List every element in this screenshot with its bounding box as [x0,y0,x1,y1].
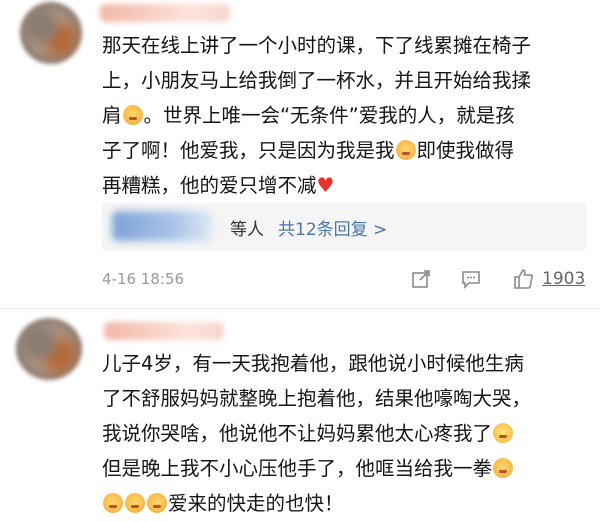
comment-text-fragment: 我说你哭啥，他说他不让妈妈累他太心疼我了 [102,422,493,445]
comment-line: 上，小朋友马上给我倒了一杯水，并且开始给我揉 [102,69,532,92]
avatar[interactable] [20,2,82,64]
thumbs-up-icon[interactable] [512,268,534,290]
comment-line: 子了啊！他爱我，只是因为我是我 即使我做得 [102,133,586,168]
comment-line: 儿子4岁，有一天我抱着他，跟他说小时候他生病 [102,352,524,375]
comment-line: 了不舒服妈妈就整晚上抱着他，结果他嚎啕大哭， [102,387,532,410]
share-icon[interactable] [410,268,432,290]
replies-preview[interactable]: 等人 共12条回复 > [102,203,586,251]
comment-line: 爱来的快走的也快！ [102,486,586,521]
comment-text-fragment: 。世界上唯一会“无条件”爱我的人，就是孩 [143,104,515,127]
comment-line: 那天在线上讲了一个小时的课，下了线累摊在椅子 [102,34,532,57]
kissing-face-icon [395,140,416,160]
timestamp: 4-16 18:56 [102,270,185,288]
comment-text-fragment: 但是晚上我不小心压他手了，他哐当给我一拳 [102,457,493,480]
comment-line: 肩。世界上唯一会“无条件”爱我的人，就是孩 [102,98,586,133]
comment-text-fragment: 即使我做得 [416,139,515,162]
comment-body: 那天在线上讲了一个小时的课，下了线累摊在椅子 上，小朋友马上给我倒了一杯水，并且… [102,28,586,203]
comment-line: 再糟糕，他的爱只增不减♥ [102,168,586,203]
avatar[interactable] [16,318,82,380]
reply-suffix: 等人 [230,220,264,240]
shushing-face-icon [125,493,145,513]
username[interactable] [104,322,224,340]
laughing-tears-icon [493,423,514,443]
like-count[interactable]: 1903 [542,269,585,289]
comment-line: 但是晚上我不小心压他手了，他哐当给我一拳 [102,451,586,486]
comment-text-fragment: 爱来的快走的也快！ [168,492,344,515]
comment-text-fragment: 肩 [102,104,122,127]
divider [0,308,600,309]
reply-summary: 等人 共12条回复 > [230,215,387,240]
view-replies-link[interactable]: 共12条回复 > [278,220,387,240]
kissing-face-icon [122,105,143,125]
shushing-face-icon [103,493,123,513]
username[interactable] [100,4,230,22]
comment-line: 我说你哭啥，他说他不让妈妈累他太心疼我了 [102,416,586,451]
comment-meta: 4-16 18:56 1903 [102,266,586,294]
comment-text-fragment: 再糟糕，他的爱只增不减 [102,174,317,197]
shushing-face-icon [493,458,514,478]
comment-text-fragment: 子了啊！他爱我，只是因为我是我 [102,139,395,162]
red-heart-icon: ♥ [316,173,335,197]
reply-usernames [112,211,212,241]
comment-body: 儿子4岁，有一天我抱着他，跟他说小时候他生病 了不舒服妈妈就整晚上抱着他，结果他… [102,346,586,521]
shushing-face-icon [147,493,167,513]
comment-icon[interactable] [460,268,482,290]
